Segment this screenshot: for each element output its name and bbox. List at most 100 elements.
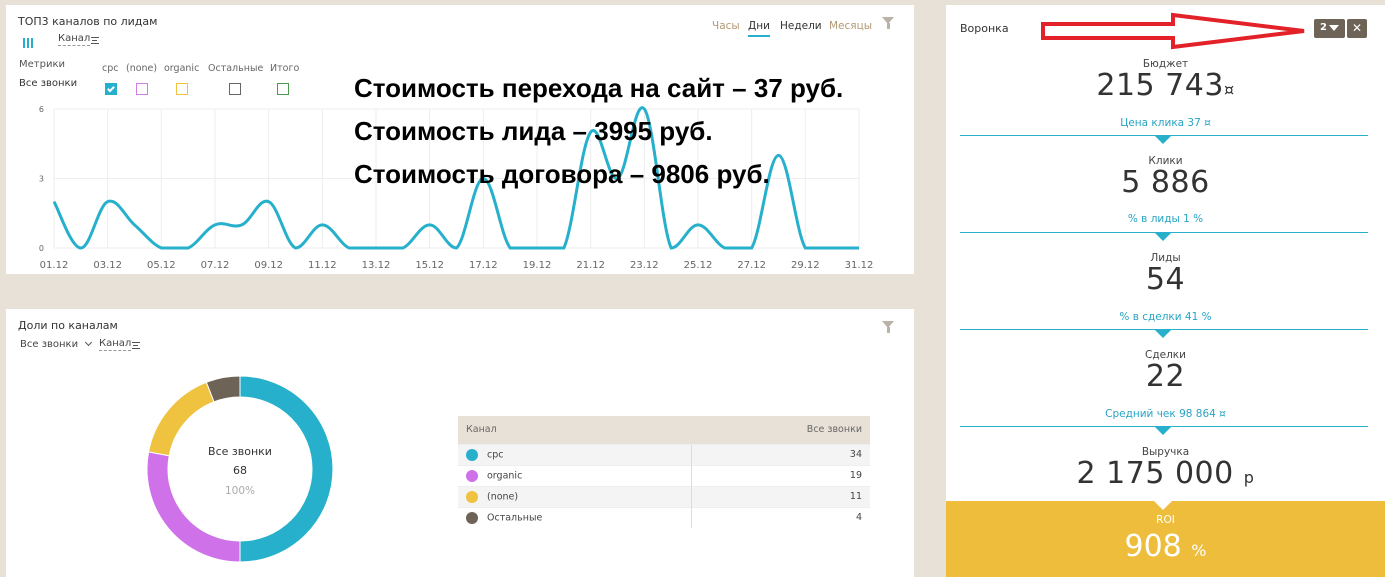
legend-none: (none): [126, 63, 158, 74]
x-tick-label: 07.12: [201, 260, 230, 271]
legend-organic: organic: [164, 63, 200, 74]
sort-icon[interactable]: [132, 342, 140, 349]
deal-rate-link[interactable]: % в сделки 41 %: [946, 311, 1385, 323]
row-name: (none): [487, 491, 519, 502]
arrow-down-icon: [1155, 233, 1171, 241]
calls-dropdown[interactable]: Все звонки: [20, 338, 93, 350]
metric-row-label: Все звонки: [19, 78, 78, 89]
column-calls[interactable]: Все звонки: [691, 416, 870, 444]
x-tick-label: 13.12: [362, 260, 391, 271]
chart-type-icon[interactable]: [23, 38, 34, 49]
y-tick-label: 0: [39, 244, 44, 253]
tab-weeks[interactable]: Недели: [780, 20, 822, 32]
red-arrow-annotation: [1041, 12, 1305, 50]
tab-days[interactable]: Дни: [748, 20, 770, 37]
column-channel[interactable]: Канал: [458, 416, 692, 444]
panel-title: ТОП3 каналов по лидам: [18, 15, 158, 28]
channel-link[interactable]: Канал: [99, 338, 132, 351]
donut-center-label: Все звонки: [208, 445, 272, 458]
table-row[interactable]: (none) 11: [458, 485, 870, 507]
x-tick-label: 11.12: [308, 260, 337, 271]
x-tick-label: 05.12: [147, 260, 176, 271]
stage-value: 22: [1145, 359, 1186, 394]
table-header: Канал Все звонки: [458, 416, 870, 444]
legend-cpc: cpc: [102, 63, 119, 74]
donut-percent: 100%: [224, 485, 256, 497]
row-name: Остальные: [487, 512, 543, 524]
overlay-line-2: Стоимость лида – 3995 руб.: [354, 116, 713, 146]
funnel-count-badge[interactable]: 2: [1314, 19, 1345, 38]
overlay-line-1: Стоимость перехода на сайт – 37 руб.: [354, 73, 844, 103]
row-value: 19: [690, 464, 870, 486]
panel-title: Доли по каналам: [18, 319, 118, 332]
channel-link[interactable]: Канал: [58, 33, 91, 46]
roi-label: ROI: [1156, 514, 1175, 526]
row-name: cpc: [487, 449, 504, 460]
stage-value: 215 743¤: [1096, 68, 1235, 103]
badge-count: 2: [1320, 22, 1327, 33]
stage-budget: Бюджет 215 743¤: [946, 58, 1385, 106]
x-tick-label: 01.12: [40, 260, 69, 271]
x-tick-label: 27.12: [737, 260, 766, 271]
none-dot: [466, 490, 478, 503]
funnel-title: Воронка: [960, 22, 1009, 35]
average-check-link[interactable]: Средний чек 98 864 ¤: [946, 408, 1385, 420]
arrow-down-icon: [1155, 136, 1171, 144]
table-row[interactable]: organic 19: [458, 464, 870, 486]
roi-notch: [1154, 501, 1172, 510]
table-row[interactable]: cpc 34: [458, 443, 870, 465]
x-tick-label: 15.12: [415, 260, 444, 271]
organic-dot: [466, 469, 478, 482]
x-tick-label: 09.12: [254, 260, 283, 271]
lead-rate-link[interactable]: % в лиды 1 %: [946, 213, 1385, 225]
row-value: 11: [690, 485, 870, 507]
stage-value: 2 175 000 р: [1076, 456, 1255, 491]
y-tick-label: 3: [39, 175, 44, 184]
roi-block: ROI 908 %: [946, 501, 1385, 577]
row-value: 4: [690, 506, 870, 528]
stage-deals: Сделки 22: [946, 349, 1385, 393]
row-value: 34: [690, 443, 870, 465]
x-tick-label: 21.12: [576, 260, 605, 271]
arrow-down-icon: [1155, 427, 1171, 435]
stage-value: 54: [1145, 262, 1186, 297]
cpc-dot: [466, 448, 478, 461]
stage-value: 5 886: [1121, 165, 1210, 200]
roi-value: 908 %: [1124, 529, 1207, 564]
legend-total: Итого: [270, 63, 300, 74]
arrow-down-icon: [1155, 330, 1171, 338]
filter-icon: [1329, 25, 1339, 31]
stage-leads: Лиды 54: [946, 252, 1385, 296]
metrics-label: Метрики: [19, 59, 65, 70]
click-cost-link[interactable]: Цена клика 37 ¤: [946, 117, 1385, 129]
checkbox-other[interactable]: [229, 83, 241, 95]
x-tick-label: 17.12: [469, 260, 498, 271]
channel-table: Канал Все звонки cpc 34 organic 19 (none…: [458, 416, 870, 528]
y-tick-label: 6: [39, 105, 44, 114]
checkbox-organic[interactable]: [176, 83, 188, 95]
tab-months[interactable]: Месяцы: [829, 20, 872, 32]
close-button[interactable]: ✕: [1347, 19, 1367, 38]
filter-icon[interactable]: [882, 321, 894, 333]
checkbox-total[interactable]: [277, 83, 289, 95]
x-tick-label: 03.12: [93, 260, 122, 271]
stage-clicks: Клики 5 886: [946, 155, 1385, 199]
row-name: organic: [487, 470, 523, 481]
sort-icon[interactable]: [91, 37, 99, 44]
x-tick-label: 25.12: [684, 260, 713, 271]
table-row[interactable]: Остальные 4: [458, 506, 870, 528]
calls-dropdown-label: Все звонки: [20, 339, 79, 350]
donut-total: 68: [233, 464, 247, 477]
x-tick-label: 19.12: [523, 260, 552, 271]
stage-revenue: Выручка 2 175 000 р: [946, 446, 1385, 494]
tab-hours[interactable]: Часы: [712, 20, 740, 32]
x-tick-label: 31.12: [845, 260, 874, 271]
filter-icon[interactable]: [882, 17, 894, 29]
legend-other: Остальные: [208, 63, 264, 74]
other-dot: [466, 511, 478, 524]
checkbox-cpc[interactable]: [105, 83, 117, 95]
x-tick-label: 29.12: [791, 260, 820, 271]
checkbox-none[interactable]: [136, 83, 148, 95]
chevron-down-icon: [85, 338, 93, 347]
close-icon: ✕: [1351, 21, 1363, 35]
